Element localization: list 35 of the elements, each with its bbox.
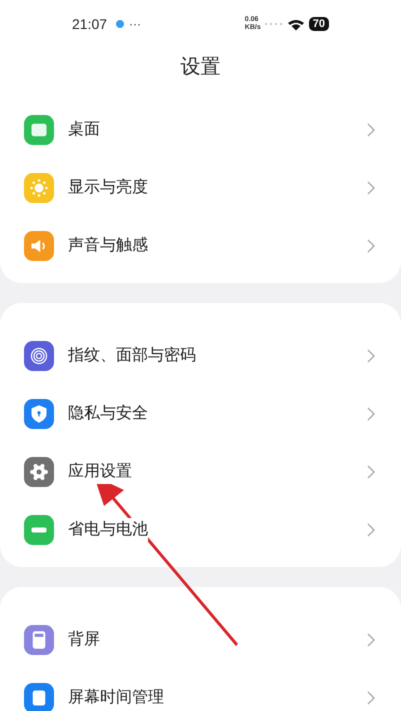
chevron-right-icon — [367, 691, 375, 705]
settings-item[interactable]: 应用设置 — [0, 443, 401, 501]
wifi-icon — [286, 18, 305, 30]
page-title: 设置 — [180, 55, 220, 80]
speaker-icon — [24, 231, 54, 261]
settings-item[interactable]: 省电与电池 — [0, 501, 401, 559]
settings-item[interactable]: 指纹、面部与密码 — [0, 327, 401, 385]
item-label: 应用设置 — [68, 460, 132, 484]
item-label: 省电与电池 — [68, 518, 148, 542]
chevron-right-icon — [367, 239, 375, 253]
gear-icon — [24, 457, 54, 487]
settings-item[interactable]: 桌面 — [0, 101, 401, 159]
chevron-right-icon — [367, 181, 375, 195]
settings-item[interactable]: 显示与亮度 — [0, 159, 401, 217]
fingerprint-icon — [24, 341, 54, 371]
settings-item[interactable]: 声音与触感 — [0, 217, 401, 275]
status-time: 21:07 — [72, 14, 108, 34]
phone-icon — [24, 625, 54, 655]
settings-item[interactable]: 隐私与安全 — [0, 385, 401, 443]
shield-icon — [24, 399, 54, 429]
settings-item[interactable]: 背屏 — [0, 611, 401, 669]
sun-icon — [24, 173, 54, 203]
chevron-right-icon — [367, 633, 375, 647]
battery-icon — [24, 515, 54, 545]
app-notification-icon — [115, 19, 126, 29]
chevron-right-icon — [367, 349, 375, 363]
chevron-right-icon — [367, 523, 375, 537]
chevron-right-icon — [367, 123, 375, 137]
signal-icon — [264, 22, 283, 26]
settings-item[interactable]: 屏幕时间管理 — [0, 669, 401, 711]
more-notifications: ··· — [129, 16, 142, 33]
chevron-right-icon — [367, 407, 375, 421]
chevron-right-icon — [367, 465, 375, 479]
window-icon — [24, 115, 54, 145]
battery-indicator: 70 — [308, 17, 329, 31]
